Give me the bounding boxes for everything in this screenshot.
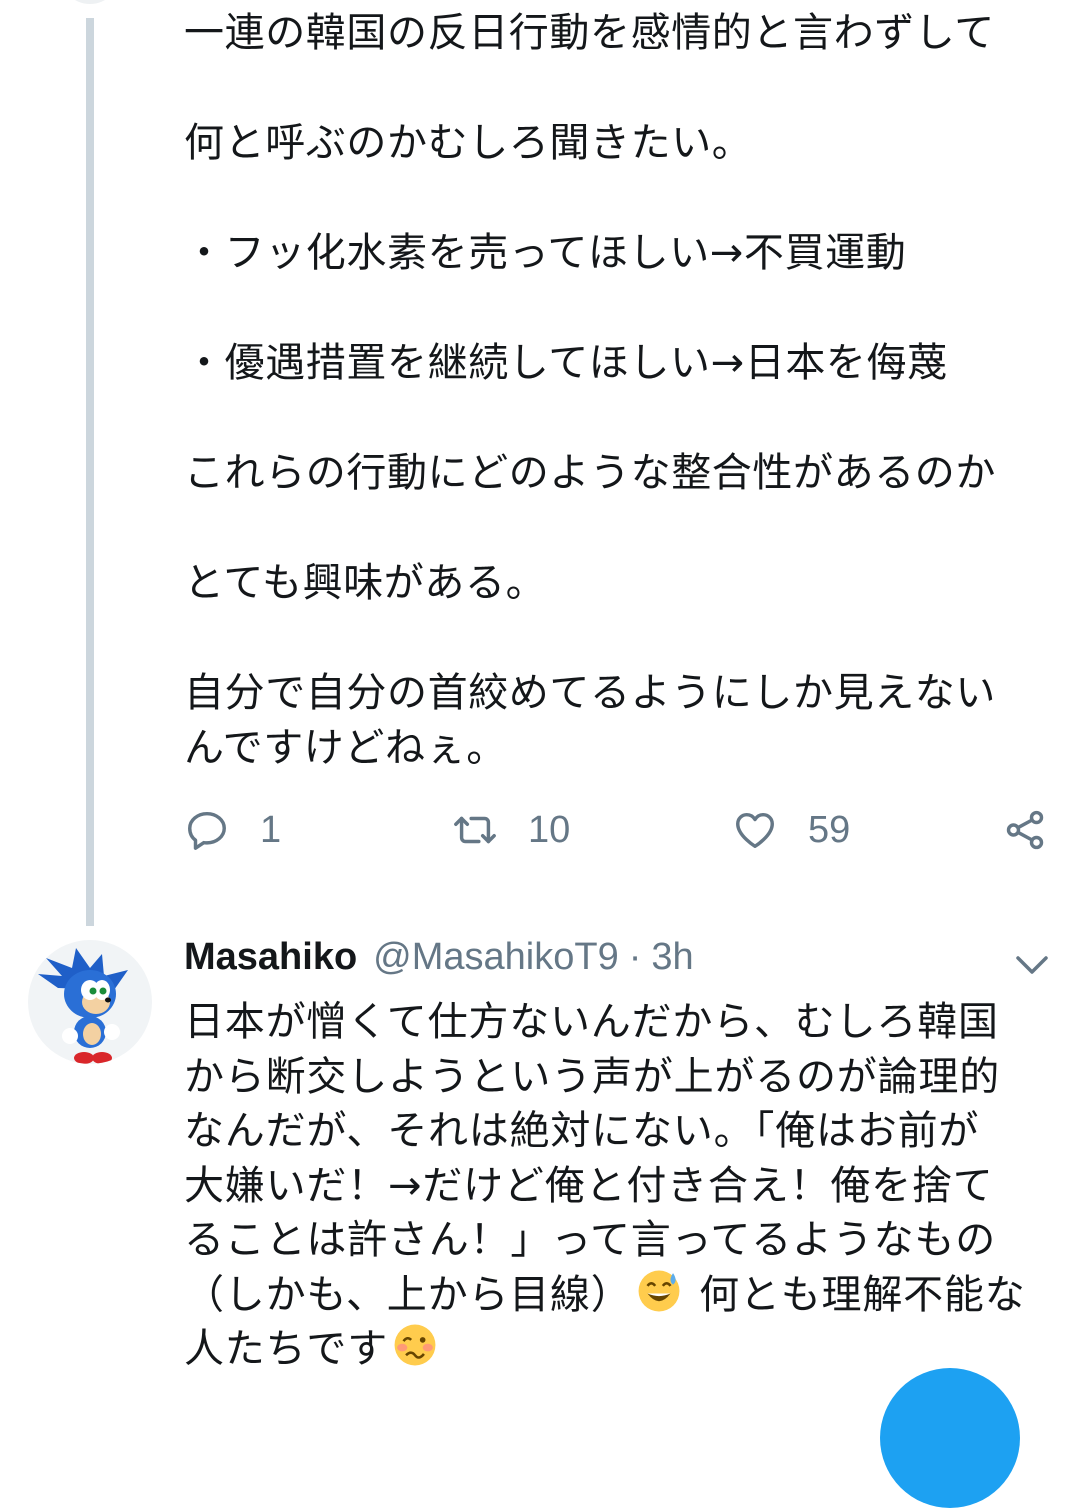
woozy-face-emoji-icon (394, 1324, 436, 1366)
retweet-button[interactable]: 10 (452, 800, 570, 860)
reply-button[interactable]: 1 (184, 800, 281, 860)
display-name[interactable]: Masahiko (184, 936, 357, 979)
sweat-smile-emoji-icon (638, 1270, 680, 1311)
like-button[interactable]: 59 (732, 800, 850, 860)
tweet-text: 一連の韓国の反日行動を感情的と言わずして 何と呼ぶのかむしろ聞きたい。 ・フッ化… (184, 10, 996, 771)
separator-dot: · (628, 936, 642, 978)
timestamp[interactable]: 3h (651, 936, 693, 979)
previous-avatar-edge (60, 0, 120, 4)
chevron-down-icon[interactable] (1012, 950, 1052, 980)
retweet-icon (454, 816, 496, 844)
compose-tweet-button[interactable] (880, 1368, 1020, 1508)
reply-count: 1 (260, 808, 282, 851)
share-icon (1006, 810, 1044, 850)
thread-connector-line (86, 18, 94, 926)
reply-tweet-text: 日本が憎くて仕方ないんだから、むしろ韓国 から断交しようという声が上がるのが論理… (184, 995, 1044, 1377)
tweet-actions: 1 10 59 (184, 800, 1054, 860)
sonic-avatar-icon (38, 948, 128, 1064)
retweet-count: 10 (528, 808, 571, 851)
like-count: 59 (808, 808, 851, 851)
reply-text-part1: 日本が憎くて仕方ないんだから、むしろ韓国 から断交しようという声が上がるのが論理… (184, 999, 1000, 1318)
tweet-header: Masahiko @MasahikoT9 · 3h (184, 936, 694, 996)
heart-icon (736, 812, 774, 849)
avatar[interactable] (28, 940, 152, 1064)
share-button[interactable] (1002, 800, 1048, 860)
user-handle[interactable]: @MasahikoT9 (373, 936, 619, 979)
reply-icon (188, 811, 226, 850)
